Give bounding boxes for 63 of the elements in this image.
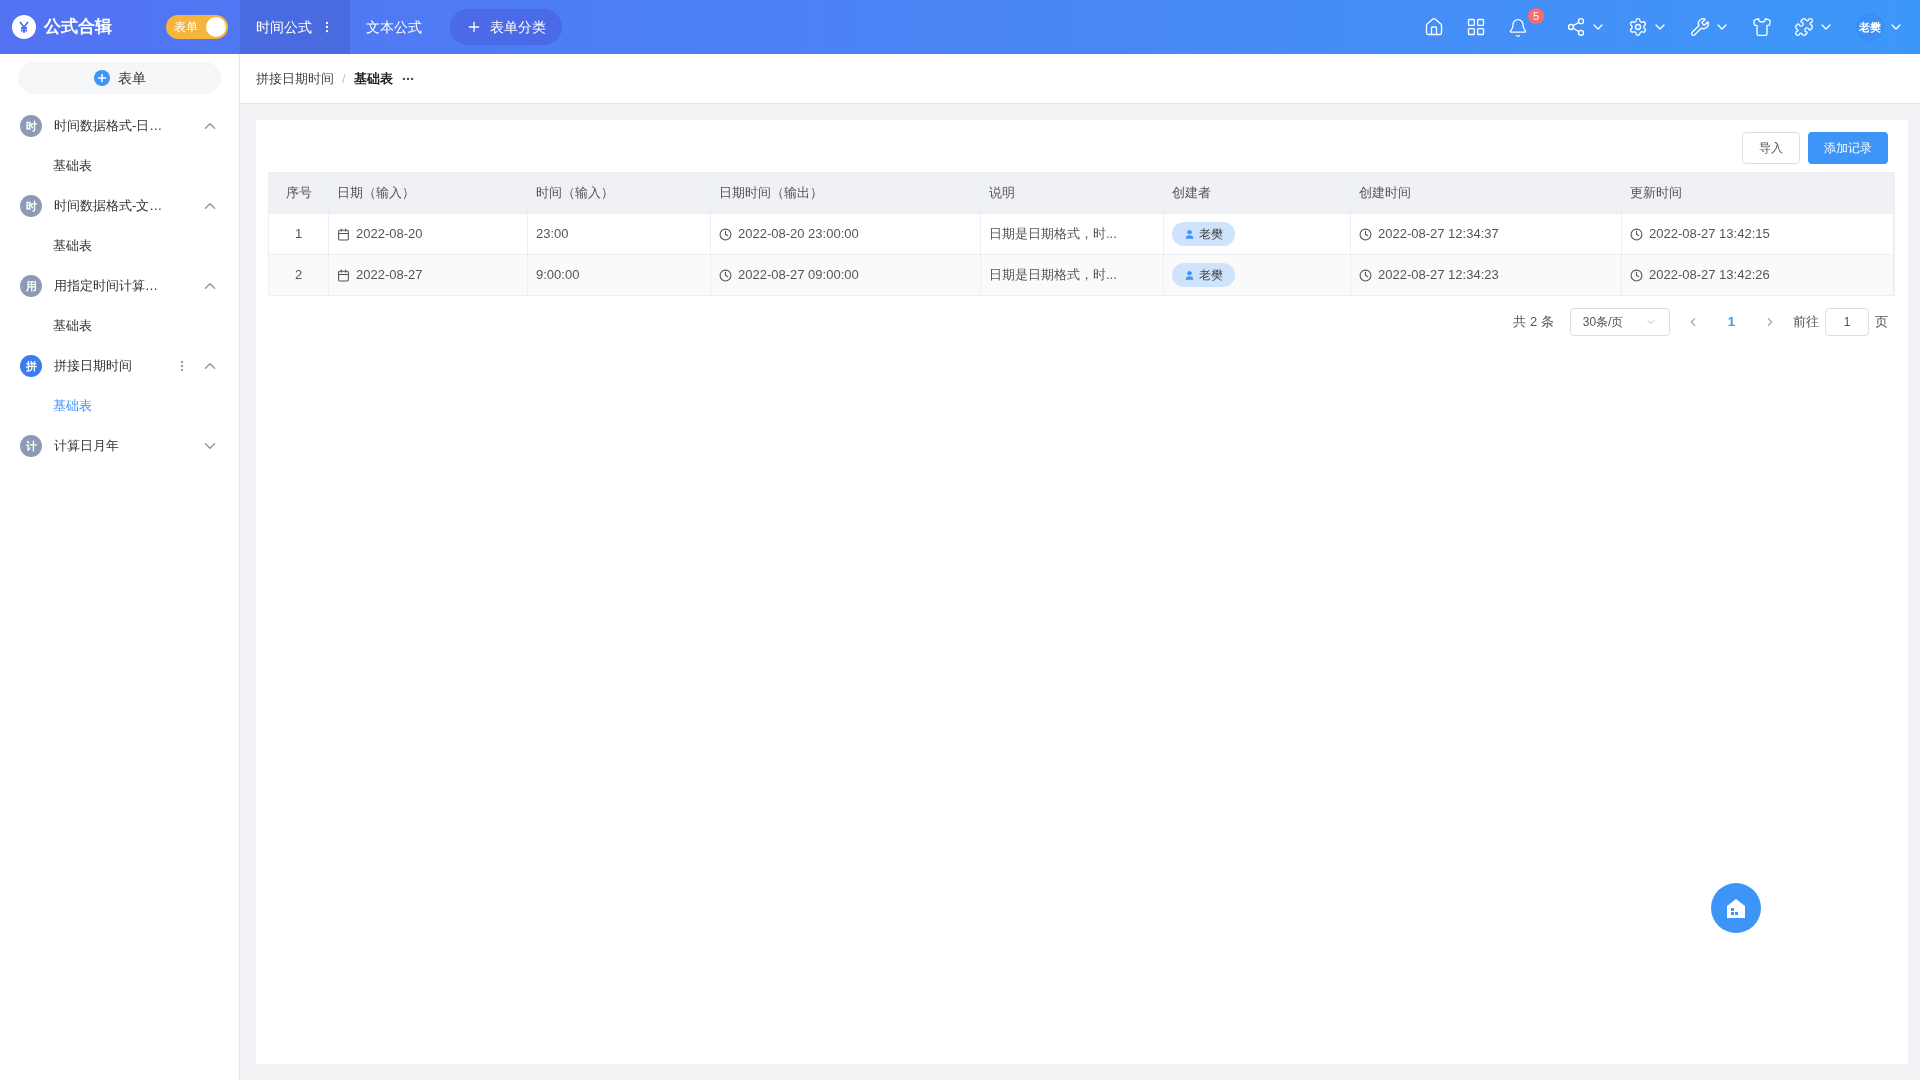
page-suffix: 页 <box>1875 313 1888 332</box>
sidebar-group[interactable]: 计 计算日月年 <box>0 426 239 466</box>
goto-label: 前往 <box>1793 313 1819 332</box>
clock-icon <box>1359 227 1372 241</box>
sidebar-group[interactable]: 拼 拼接日期时间 <box>0 346 239 386</box>
shirt-button[interactable] <box>1752 17 1772 37</box>
yen-logo-icon <box>12 15 36 39</box>
group-avatar: 时 <box>20 115 42 137</box>
table-cell: 2022-08-27 13:42:26 <box>1622 255 1894 295</box>
page-size-select[interactable]: 30条/页 <box>1569 308 1670 336</box>
user-tag: 老樊 <box>1172 263 1235 287</box>
top-tab[interactable]: 时间公式 <box>240 0 350 54</box>
plus-icon <box>93 70 110 86</box>
table-cell: 2022-08-27 09:00:00 <box>711 255 981 295</box>
group-avatar: 拼 <box>20 355 42 377</box>
clock-icon <box>1630 268 1643 282</box>
clock-icon <box>1630 227 1643 241</box>
group-avatar: 计 <box>20 435 42 457</box>
calendar-icon <box>337 227 350 241</box>
plus-icon <box>466 19 482 35</box>
sidebar-item[interactable]: 基础表 <box>0 146 239 186</box>
breadcrumb-separator: / <box>342 69 346 88</box>
share-icon <box>1566 17 1586 37</box>
breadcrumb-current: 基础表 <box>353 69 393 88</box>
sidebar-item[interactable]: 基础表 <box>0 306 239 346</box>
table-cell: 9:00:00 <box>528 255 711 295</box>
shirt-icon <box>1752 17 1772 37</box>
table-cell: 2022-08-27 <box>329 255 528 295</box>
house-icon <box>1724 897 1748 919</box>
sidebar-group[interactable]: 用 用指定时间计算… <box>0 266 239 306</box>
puzzle-icon <box>1794 17 1814 37</box>
home-icon <box>1424 17 1444 37</box>
clock-icon <box>719 268 732 282</box>
calendar-icon <box>337 268 350 282</box>
top-tab[interactable]: 文本公式 <box>350 0 438 54</box>
sidebar-group[interactable]: 时 时间数据格式-日… <box>0 106 239 146</box>
breadcrumb-link[interactable]: 拼接日期时间 <box>256 68 334 89</box>
goto-page-field[interactable]: 1 <box>1825 308 1869 336</box>
group-avatar: 用 <box>20 275 42 297</box>
sidebar-group[interactable]: 时 时间数据格式-文… <box>0 186 239 226</box>
apps-icon <box>1466 17 1486 37</box>
group-avatar: 时 <box>20 195 42 217</box>
apps-button[interactable] <box>1466 17 1486 37</box>
table-cell: 2 <box>269 255 329 295</box>
user-tag: 老樊 <box>1172 222 1235 246</box>
sidebar-item[interactable]: 基础表 <box>0 226 239 266</box>
home-button[interactable] <box>1424 17 1444 37</box>
clock-icon <box>719 227 732 241</box>
import-button[interactable]: 导入 <box>1742 132 1800 164</box>
table-cell: 日期是日期格式，时... <box>981 255 1164 295</box>
add-category-button[interactable]: 表单分类 <box>450 9 562 45</box>
bell-icon <box>1508 18 1528 38</box>
clock-icon <box>1359 268 1372 282</box>
user-icon <box>1184 228 1195 240</box>
app-title: 公式合辑 <box>44 16 112 39</box>
add-form-button[interactable]: 表单 <box>18 62 221 94</box>
user-icon <box>1184 269 1195 281</box>
user-avatar: 老樊 <box>1856 13 1884 41</box>
wrench-icon <box>1690 17 1710 37</box>
table-cell: 2022-08-27 12:34:23 <box>1351 255 1622 295</box>
total-count: 共 2 条 <box>1513 313 1554 332</box>
notification-badge: 5 <box>1528 8 1544 24</box>
settings-icon <box>1628 17 1648 37</box>
